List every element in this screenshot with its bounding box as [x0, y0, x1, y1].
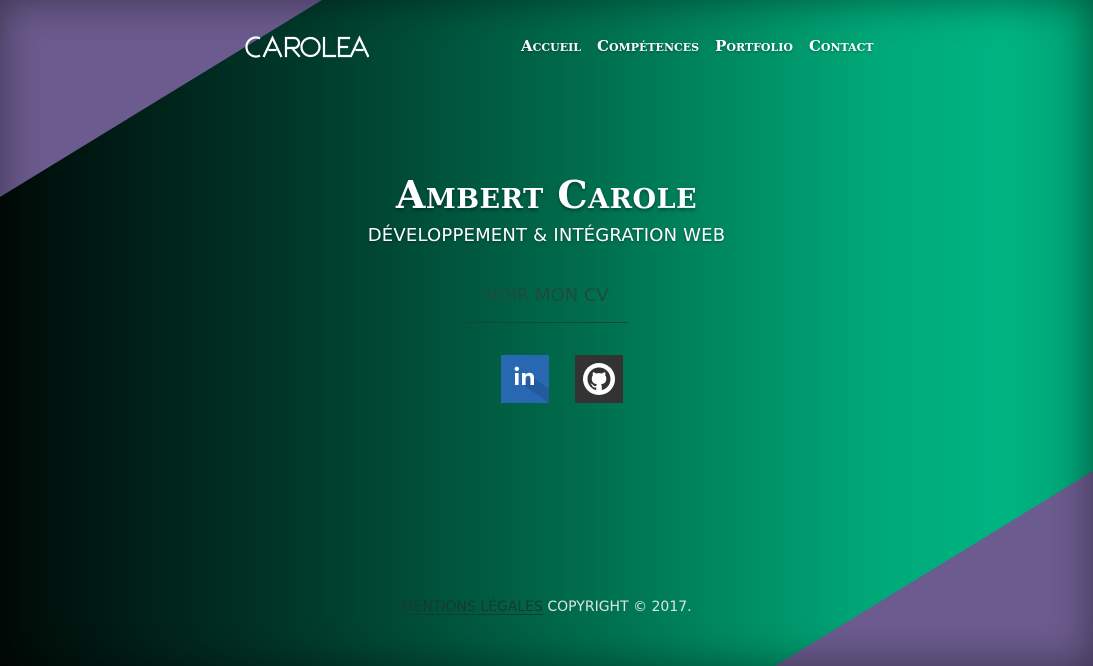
hero-name: Ambert Carole	[395, 172, 698, 217]
nav-item-contact[interactable]: Contact	[809, 37, 874, 55]
linkedin-link[interactable]	[501, 355, 549, 403]
footer: Mentions légales Copyright © 2017.	[0, 599, 1093, 615]
nav-item-competences[interactable]: Compétences	[597, 37, 699, 55]
decorative-corner-top-left	[0, 0, 322, 197]
site-logo[interactable]	[243, 33, 370, 61]
nav-item-accueil[interactable]: Accueil	[521, 37, 581, 55]
main-nav: Accueil Compétences Portfolio Contact	[521, 37, 874, 55]
social-links	[501, 355, 623, 403]
hero-subtitle: Développement & intégration web	[367, 225, 726, 246]
carolea-logo-icon	[245, 35, 370, 58]
linkedin-icon	[514, 366, 549, 403]
view-cv-button[interactable]: Voir mon CV	[466, 285, 628, 323]
nav-item-portfolio[interactable]: Portfolio	[715, 37, 793, 55]
legal-notice-link[interactable]: Mentions légales	[401, 599, 543, 615]
page-vignette	[0, 0, 1093, 666]
copyright-text: Copyright © 2017.	[547, 599, 692, 615]
github-link[interactable]	[575, 355, 623, 403]
github-icon	[583, 363, 615, 395]
decorative-corner-bottom-right	[775, 471, 1093, 666]
